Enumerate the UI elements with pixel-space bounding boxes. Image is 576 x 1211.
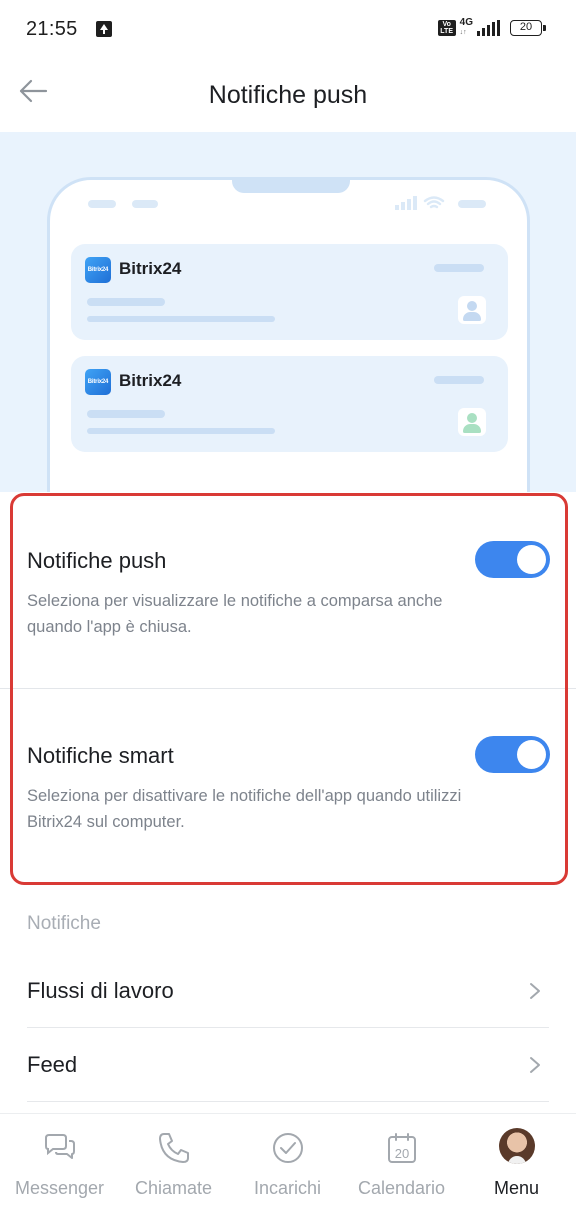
notification-card: Bitrix24 Bitrix24 [71,244,508,340]
page-title: Notifiche push [208,80,368,109]
tab-calendario[interactable]: 20 Calendario [344,1114,459,1211]
status-indicators: Vo LTE 4G ↓↑ 20 [437,17,546,38]
card-app-name: Bitrix24 [119,259,182,278]
push-notifications-toggle[interactable] [475,541,550,578]
card-bar [87,316,275,322]
status-bar: 21:55 Vo LTE 4G ↓↑ 20 [0,0,576,58]
tab-messenger[interactable]: Messenger [2,1114,117,1211]
setting-description: Seleziona per visualizzare le notifiche … [27,592,443,636]
back-arrow-icon[interactable] [18,78,48,104]
setting-title: Notifiche smart [27,743,174,768]
avatar [498,1128,535,1164]
setting-push: Notifiche push Seleziona per visualizzar… [0,492,576,688]
card-bar [434,264,484,272]
calendar-day: 20 [394,1146,408,1161]
card-bar [434,376,484,384]
phone-status-pill [458,200,486,208]
tab-label: Messenger [14,1178,105,1198]
status-time: 21:55 [26,17,78,40]
network-type: 4G ↓↑ [459,17,473,37]
illustration: Bitrix24 Bitrix24 Bitrix24 Bitrix24 [0,132,576,492]
network-label: 4G [459,17,473,28]
tab-label: Menu [493,1178,540,1198]
phone-status-pill [132,200,158,208]
upload-icon [95,21,112,37]
phone-icon [158,1133,189,1163]
card-bar [87,410,165,418]
check-icon [272,1133,303,1163]
list-item-label: Flussi di lavoro [27,978,174,1003]
phone-signal-icon [395,196,445,210]
toggle-knob [517,545,546,574]
list-item-flussi-di-lavoro[interactable]: Flussi di lavoro [27,954,549,1028]
card-bar [87,298,165,306]
bottom-tab-bar: Messenger Chiamate Incarichi 20 Calendar… [0,1113,576,1211]
notification-card: Bitrix24 Bitrix24 [71,356,508,452]
settings-panel: Notifiche push Seleziona per visualizzar… [0,492,576,884]
calendar-icon: 20 [387,1133,416,1163]
card-avatar-icon [458,408,486,436]
card-bar [87,428,275,434]
tab-label: Incarichi [253,1178,322,1198]
setting-smart: Notifiche smart Seleziona per disattivar… [0,689,576,884]
card-avatar-icon [458,296,486,324]
setting-title: Notifiche push [27,548,167,573]
phone-notch [232,177,350,193]
bitrix24-logo: Bitrix24 [85,369,111,395]
list-item-label: Feed [27,1052,78,1077]
phone-illustration: Bitrix24 Bitrix24 Bitrix24 Bitrix24 [47,177,530,492]
card-app-name: Bitrix24 [119,371,182,390]
battery-icon: 20 [510,20,546,36]
tab-chiamate[interactable]: Chiamate [116,1114,231,1211]
section-label: Notifiche [27,913,101,934]
list-item-feed[interactable]: Feed [27,1028,549,1102]
smart-notifications-toggle[interactable] [475,736,550,773]
setting-description: Seleziona per disattivare le notifiche d… [27,787,462,831]
tab-label: Chiamate [134,1178,213,1198]
phone-status-pill [88,200,116,208]
signal-icon [477,20,500,36]
tab-menu[interactable]: Menu [459,1114,574,1211]
header: Notifiche push [0,58,576,132]
volte-icon: Vo LTE [437,20,456,36]
tab-label: Calendario [357,1178,446,1198]
chevron-right-icon [530,983,540,999]
chevron-right-icon [530,1057,540,1073]
bitrix24-logo: Bitrix24 [85,257,111,283]
toggle-knob [517,740,546,769]
messenger-icon [44,1134,75,1159]
tab-incarichi[interactable]: Incarichi [230,1114,345,1211]
